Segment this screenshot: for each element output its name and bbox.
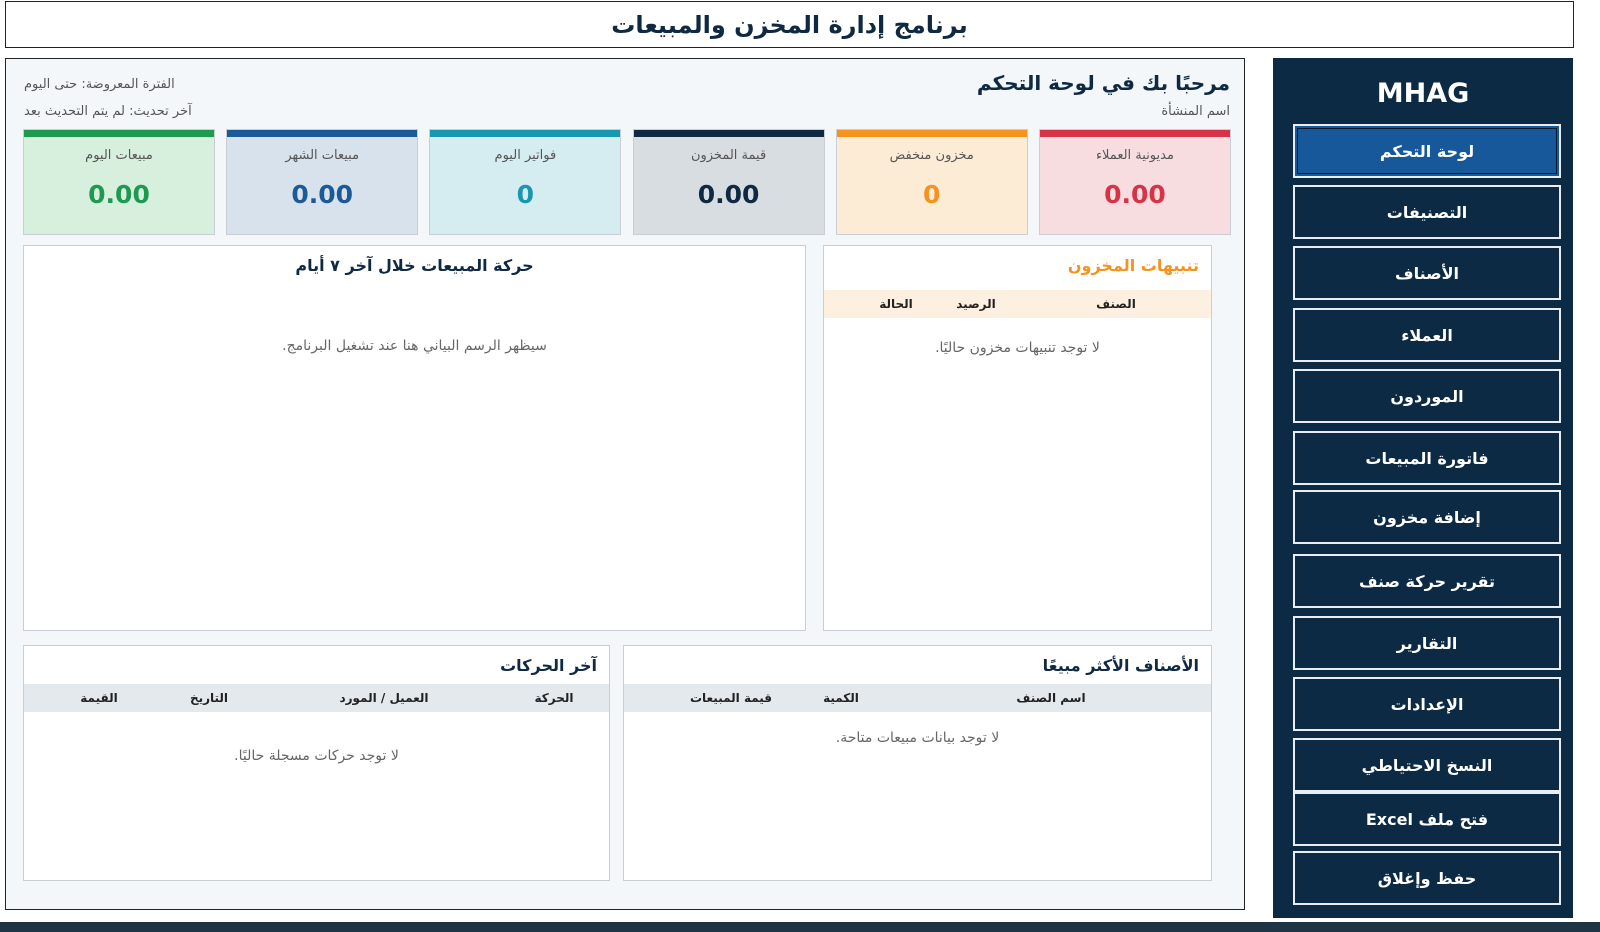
kpi-value: 0.00 <box>697 180 760 209</box>
column-header[interactable]: العميل / المورد <box>269 691 499 705</box>
kpi-customer-debt: مديونية العملاء 0.00 <box>1038 129 1231 235</box>
kpi-accent-bar <box>24 130 214 137</box>
sidebar: MHAG لوحة التحكم التصنيفات الأصناف العمل… <box>1273 58 1573 918</box>
last-update-label: آخر تحديث: لم يتم التحديث بعد <box>24 104 192 119</box>
column-header[interactable]: التاريخ <box>149 691 269 705</box>
kpi-value: 0.00 <box>88 180 150 209</box>
top-items-card: الأصناف الأكثر مبيعًا اسم الصنف الكمية ق… <box>623 645 1212 881</box>
top-items-empty: لا توجد بيانات مبيعات متاحة. <box>835 730 1000 746</box>
column-header[interactable]: قيمة المبيعات <box>671 691 791 705</box>
sales-chart-title: حركة المبيعات خلال آخر ٧ أيام <box>295 256 534 275</box>
kpi-value: 0.00 <box>291 180 354 209</box>
recent-moves-header: الحركة العميل / المورد التاريخ القيمة <box>24 684 609 712</box>
app-title: برنامج إدارة المخزن والمبيعات <box>611 10 968 39</box>
nav-item-movement-report-button[interactable]: تقرير حركة صنف <box>1293 554 1561 608</box>
column-header[interactable]: الرصيد <box>931 297 1021 311</box>
column-header[interactable]: الحالة <box>861 297 931 311</box>
top-items-title: الأصناف الأكثر مبيعًا <box>1042 656 1199 675</box>
sales-chart-card: حركة المبيعات خلال آخر ٧ أيام سيظهر الرس… <box>23 245 806 631</box>
kpi-value: 0 <box>923 180 941 209</box>
kpi-accent-bar <box>836 130 1027 137</box>
nav-customers-button[interactable]: العملاء <box>1293 308 1561 362</box>
column-header[interactable]: اسم الصنف <box>891 691 1211 705</box>
app-logo: MHAG <box>1376 78 1470 109</box>
kpi-label: مبيعات اليوم <box>85 148 153 163</box>
kpi-stock-value: قيمة المخزون 0.00 <box>632 129 825 235</box>
status-strip <box>0 922 1600 932</box>
period-label: الفترة المعروضة: حتى اليوم <box>24 77 175 92</box>
kpi-label: مديونية العملاء <box>1095 148 1174 163</box>
stock-alerts-empty: لا توجد تنبيهات مخزون حاليًا. <box>935 340 1100 356</box>
column-header[interactable]: الحركة <box>499 691 609 705</box>
kpi-row: مديونية العملاء 0.00 مخزون منخفض 0 قيمة … <box>23 129 1231 235</box>
kpi-value: 0.00 <box>1104 180 1166 209</box>
column-header[interactable]: القيمة <box>49 691 149 705</box>
kpi-low-stock: مخزون منخفض 0 <box>835 129 1028 235</box>
column-header[interactable]: الكمية <box>791 691 891 705</box>
nav-sales-invoice-button[interactable]: فاتورة المبيعات <box>1293 431 1561 485</box>
recent-moves-title: آخر الحركات <box>500 656 597 675</box>
nav-save-close-button[interactable]: حفظ وإغلاق <box>1293 851 1561 905</box>
kpi-value: 0 <box>516 180 535 209</box>
kpi-label: مخزون منخفض <box>889 148 974 163</box>
column-header[interactable]: الصنف <box>1021 297 1211 311</box>
top-items-header: اسم الصنف الكمية قيمة المبيعات <box>624 684 1211 712</box>
kpi-label: فواتير اليوم <box>494 148 557 163</box>
welcome-heading: مرحبًا بك في لوحة التحكم <box>976 71 1230 95</box>
nav-dashboard-button[interactable]: لوحة التحكم <box>1293 124 1561 178</box>
nav-open-excel-button[interactable]: فتح ملف Excel <box>1293 792 1561 846</box>
kpi-accent-bar <box>430 130 621 137</box>
nav-items-button[interactable]: الأصناف <box>1293 246 1561 300</box>
kpi-label: مبيعات الشهر <box>285 148 360 163</box>
chart-placeholder: سيظهر الرسم البياني هنا عند تشغيل البرنا… <box>282 338 547 354</box>
stock-alerts-card: تنبيهات المخزون الصنف الرصيد الحالة لا ت… <box>823 245 1212 631</box>
kpi-accent-bar <box>227 130 418 137</box>
title-bar: برنامج إدارة المخزن والمبيعات <box>5 1 1574 48</box>
stock-alerts-title: تنبيهات المخزون <box>1067 256 1199 275</box>
company-name-label: اسم المنشأة <box>1161 104 1230 119</box>
dashboard-panel: مرحبًا بك في لوحة التحكم اسم المنشأة الف… <box>5 58 1245 910</box>
recent-moves-card: آخر الحركات الحركة العميل / المورد التار… <box>23 645 610 881</box>
nav-categories-button[interactable]: التصنيفات <box>1293 185 1561 239</box>
nav-backup-button[interactable]: النسخ الاحتياطي <box>1293 738 1561 792</box>
kpi-accent-bar <box>633 130 824 137</box>
kpi-month-sales: مبيعات الشهر 0.00 <box>226 129 419 235</box>
nav-reports-button[interactable]: التقارير <box>1293 616 1561 670</box>
recent-moves-empty: لا توجد حركات مسجلة حاليًا. <box>234 748 399 764</box>
kpi-label: قيمة المخزون <box>690 148 767 163</box>
kpi-accent-bar <box>1039 130 1230 137</box>
kpi-today-sales: مبيعات اليوم 0.00 <box>23 129 215 235</box>
nav-suppliers-button[interactable]: الموردون <box>1293 369 1561 423</box>
nav-settings-button[interactable]: الإعدادات <box>1293 677 1561 731</box>
nav-add-stock-button[interactable]: إضافة مخزون <box>1293 490 1561 544</box>
kpi-today-invoices: فواتير اليوم 0 <box>429 129 622 235</box>
stock-alerts-header: الصنف الرصيد الحالة <box>824 290 1211 318</box>
